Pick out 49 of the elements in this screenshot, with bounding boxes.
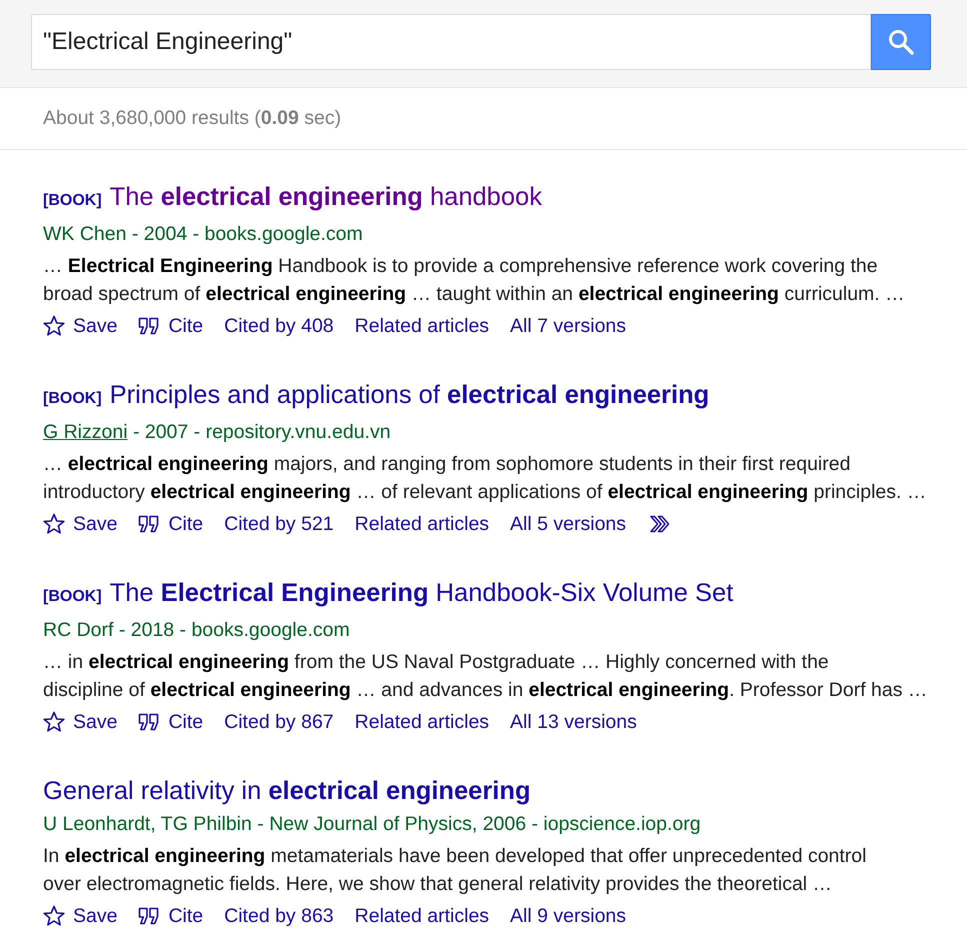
search-icon [887,28,915,56]
document-type-label: [BOOK] [43,389,102,409]
result-snippet: … in electrical engineering from the US Naval Postgraduate … Highly concerned with the discipline of electrical engineering … and advances in electrical engineering. Professor Dorf has … [43,650,928,703]
related-articles-link[interactable]: Related articles [354,901,490,931]
document-type-label: [BOOK] [43,587,102,607]
document-type-label: [BOOK] [43,191,102,211]
all-versions-link[interactable]: All 5 versions [510,509,626,539]
related-articles-link[interactable]: Related articles [354,311,490,341]
save-button[interactable]: Save [43,311,118,341]
all-versions-link[interactable]: All 9 versions [510,901,626,931]
star-icon [43,905,65,927]
cited-by-link[interactable]: Cited by 521 [224,509,334,539]
author-link[interactable]: G Rizzoni [43,421,128,443]
result-byline: U Leonhardt, TG Philbin - New Journal of Physics, 2006 - iopscience.iop.org [43,812,702,837]
result-snippet: … Electrical Engineering Handbook is to provide a comprehensive reference work covering the broad spectrum of electrical engineering … taught within an electrical engineering curriculum. … [43,254,906,307]
star-icon [43,711,65,733]
star-icon [43,315,65,337]
cited-by-link[interactable]: Cited by 867 [224,707,334,737]
save-button[interactable]: Save [43,707,118,737]
quote-icon [138,712,160,732]
result-title-link[interactable]: General relativity in electrical engineering [43,776,531,806]
result-snippet: … electrical engineering majors, and ranging from sophomore students in their first required introductory electrical engineering … of relevant applications of electrical engineering principles. … [43,452,928,505]
quote-icon [138,316,160,336]
star-icon [43,513,65,535]
result-byline: RC Dorf - 2018 - books.google.com [43,618,351,643]
save-button[interactable]: Save [43,509,118,539]
result-byline: WK Chen - 2004 - books.google.com [43,222,364,247]
all-versions-link[interactable]: All 13 versions [510,707,637,737]
search-field[interactable]: "Electrical Engineering" [31,14,871,70]
result-title-link[interactable]: The Electrical Engineering Handbook-Six Volume Set [110,578,734,608]
quote-icon [138,906,160,926]
cited-by-link[interactable]: Cited by 863 [224,901,334,931]
results-count: About 3,680,000 results (0.09 sec) [43,106,342,131]
result-byline: G Rizzoni - 2007 - repository.vnu.edu.vn [43,420,392,445]
related-articles-link[interactable]: Related articles [354,509,490,539]
search-button[interactable] [871,14,931,70]
cite-button[interactable]: Cite [138,707,204,737]
result-title-link[interactable]: The electrical engineering handbook [110,182,542,212]
cite-button[interactable]: Cite [138,509,204,539]
quote-icon [138,514,160,534]
double-chevron-icon[interactable] [650,515,670,533]
result-title-link[interactable]: Principles and applications of electrical engineering [110,380,710,410]
result-snippet: In electrical engineering metamaterials have been developed that offer unprecedented control over electromagnetic fields. Here, we show that general relativity provides the theoretical … [43,844,868,897]
cited-by-link[interactable]: Cited by 408 [224,311,334,341]
save-button[interactable]: Save [43,901,118,931]
all-versions-link[interactable]: All 7 versions [510,311,626,341]
cite-button[interactable]: Cite [138,901,204,931]
cite-button[interactable]: Cite [138,311,204,341]
related-articles-link[interactable]: Related articles [354,707,490,737]
